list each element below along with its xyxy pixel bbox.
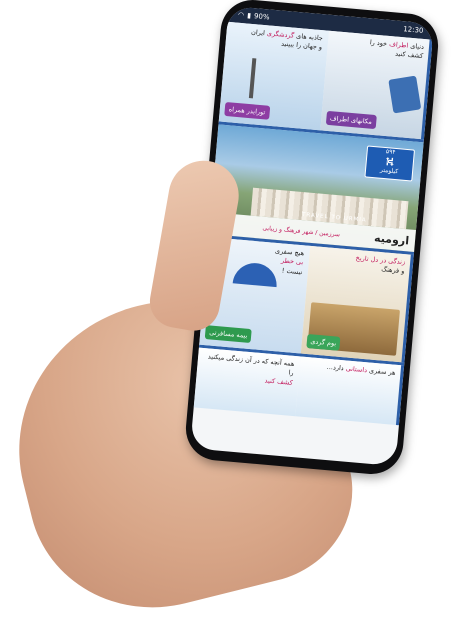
row-1: جاذبه های گردشگری ایران و جهان را ببینید… bbox=[218, 21, 433, 143]
tour-guide-button[interactable]: تورایدر همراه bbox=[224, 101, 270, 120]
card-attractions[interactable]: جاذبه های گردشگری ایران و جهان را ببینید… bbox=[218, 21, 329, 131]
card-ecotourism[interactable]: زندگی در دل تاریخ و فرهنگ بوم گردی bbox=[300, 245, 414, 363]
card-nearby-text: دنیای bbox=[407, 41, 425, 52]
road-sign: ۵۹۴ ⛕ کیلومتر bbox=[364, 145, 416, 182]
status-icons: ◠ ▮ 90% bbox=[238, 11, 270, 22]
milad-tower-image bbox=[248, 58, 257, 99]
hero-title: ارومیه bbox=[373, 230, 410, 247]
card-nearby-highlight: اطراف bbox=[388, 40, 409, 50]
travel-insurance-button[interactable]: بیمه مسافرتی bbox=[204, 324, 253, 344]
card-attractions-highlight: گردشگری bbox=[266, 29, 295, 40]
ecotourism-button[interactable]: بوم گردی bbox=[305, 333, 341, 351]
hero-subtitle: سرزمین / شهر فرهنگ و زیبایی bbox=[262, 224, 341, 238]
nearby-places-button[interactable]: مکانهای اطراف bbox=[325, 110, 377, 130]
wifi-icon: ◠ bbox=[237, 10, 245, 20]
card-discover[interactable]: همه آنچه که در آن زندگی میکنید را کشف کن… bbox=[193, 347, 301, 417]
map-phone-image bbox=[388, 75, 422, 114]
card-nearby-text-b: خود را bbox=[369, 38, 390, 48]
battery-level: 90% bbox=[253, 12, 270, 22]
card-nearby[interactable]: دنیای اطراف خود را کشف کنید مکانهای اطرا… bbox=[319, 30, 433, 140]
card-story[interactable]: هر سفری داستانی دارد... bbox=[294, 356, 405, 426]
card-story-text-b: دارد... bbox=[326, 362, 347, 373]
row-2: هیچ سفری بی خطر نیست ! بیمه مسافرتی زندگ… bbox=[198, 236, 414, 366]
card-story-text: هر سفری bbox=[366, 366, 396, 377]
hero-urmia[interactable]: ۵۹۴ ⛕ کیلومتر TRAVEL TO URMIA ارومیه سرز… bbox=[208, 124, 424, 255]
status-time: 12:30 bbox=[402, 25, 424, 35]
card-story-highlight: داستانی bbox=[345, 364, 368, 375]
card-attractions-text-b: ایران bbox=[250, 27, 268, 38]
signal-icon: ▮ bbox=[246, 11, 252, 20]
